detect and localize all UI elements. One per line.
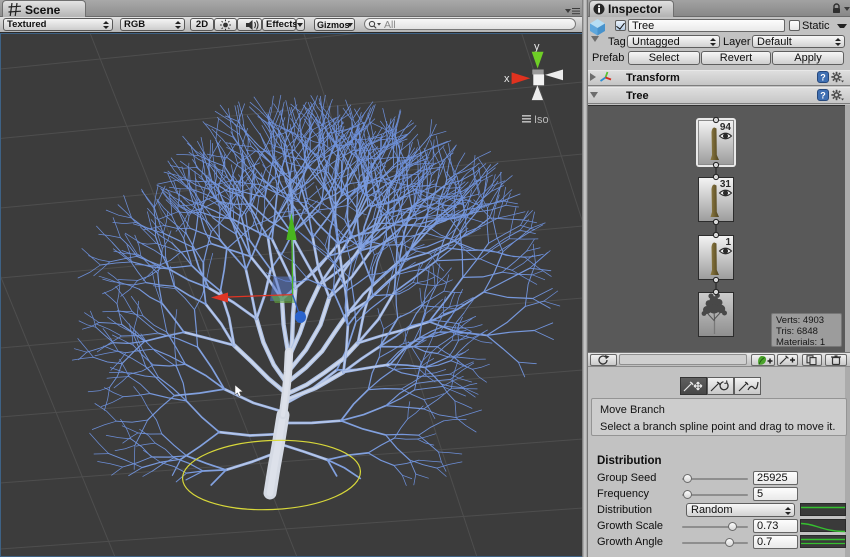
svg-text:?: ? [820, 72, 826, 82]
svg-text:?: ? [820, 90, 826, 100]
svg-text:y: y [534, 41, 540, 53]
svg-text:1: 1 [725, 237, 731, 248]
svg-text:31: 31 [720, 179, 732, 190]
svg-text:Iso: Iso [534, 114, 549, 126]
svg-text:94: 94 [720, 122, 732, 133]
svg-text:x: x [504, 73, 510, 85]
